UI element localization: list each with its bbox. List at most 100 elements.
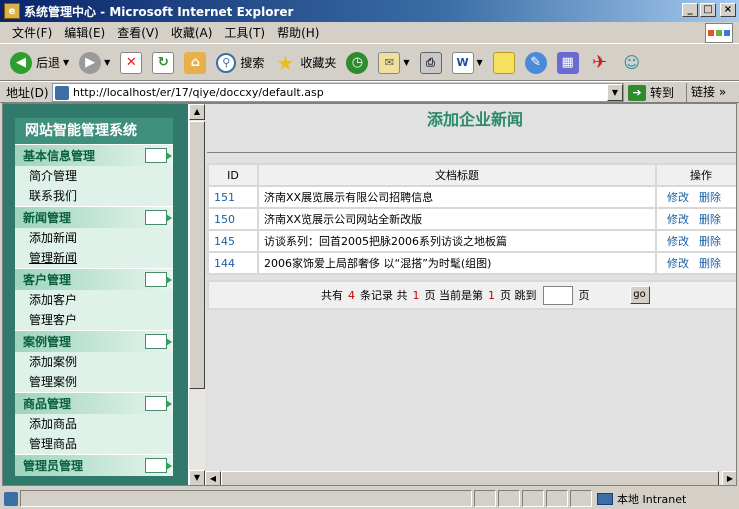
sidebar-item-add-case[interactable]: 添加案例 bbox=[15, 352, 173, 372]
note-icon bbox=[492, 51, 515, 74]
group-label: 客户管理 bbox=[23, 273, 72, 287]
delete-link[interactable]: 删除 bbox=[699, 191, 721, 204]
sidebar-item-manage-case[interactable]: 管理案例 bbox=[15, 372, 173, 392]
scroll-up-icon[interactable]: ▲ bbox=[189, 104, 205, 120]
star-icon: ★ bbox=[276, 50, 295, 75]
msn-button[interactable]: ☺ bbox=[617, 48, 647, 78]
forward-dropdown-icon[interactable]: ▼ bbox=[104, 58, 110, 67]
group-cases[interactable]: 案例管理 bbox=[15, 330, 173, 352]
left-scroll-thumb[interactable] bbox=[189, 121, 205, 389]
row-title: 济南XX展览展示有限公司招聘信息 bbox=[259, 187, 655, 207]
discuss-button[interactable] bbox=[489, 48, 519, 78]
history-button[interactable]: ◷ bbox=[342, 48, 372, 78]
group-expand-icon bbox=[145, 210, 172, 225]
pagination: 共有 4 条记录 共 1 页 当前是第 1 页 跳到 页 go bbox=[207, 280, 736, 310]
zone-label: 本地 Intranet bbox=[617, 492, 687, 506]
scroll-left-icon[interactable]: ◀ bbox=[205, 471, 221, 485]
back-dropdown-icon[interactable]: ▼ bbox=[63, 58, 69, 67]
row-title: 2006家饰爱上局部奢侈 以“混搭”为时髦(组图) bbox=[259, 253, 655, 273]
menu-bar: 文件(F) 编辑(E) 查看(V) 收藏(A) 工具(T) 帮助(H) bbox=[0, 22, 739, 44]
group-products[interactable]: 商品管理 bbox=[15, 392, 173, 414]
edit-link[interactable]: 修改 bbox=[667, 257, 689, 270]
row-ops: 修改 删除 bbox=[657, 187, 736, 207]
row-title: 访谈系列：回首2005把脉2006系列访谈之地板篇 bbox=[259, 231, 655, 251]
messenger-icon: ✎ bbox=[524, 51, 547, 74]
intranet-icon bbox=[597, 492, 613, 505]
go-button[interactable]: ➔ 转到 bbox=[628, 83, 674, 102]
group-news[interactable]: 新闻管理 bbox=[15, 206, 173, 228]
research-button[interactable]: ▦ bbox=[553, 48, 583, 78]
print-button[interactable]: ⎙ bbox=[416, 48, 446, 78]
edit-word-button[interactable]: W ▼ bbox=[448, 48, 487, 78]
delete-link[interactable]: 删除 bbox=[699, 235, 721, 248]
menu-favorites[interactable]: 收藏(A) bbox=[165, 24, 219, 42]
messenger-button[interactable]: ✎ bbox=[521, 48, 551, 78]
delete-link[interactable]: 删除 bbox=[699, 213, 721, 226]
links-button[interactable]: 链接 » bbox=[686, 83, 726, 102]
minimize-button[interactable]: _ bbox=[682, 3, 698, 17]
group-expand-icon bbox=[145, 334, 172, 349]
app-icon: e bbox=[4, 3, 20, 19]
row-id: 151 bbox=[209, 187, 257, 207]
edit-link[interactable]: 修改 bbox=[667, 213, 689, 226]
menu-edit[interactable]: 编辑(E) bbox=[58, 24, 111, 42]
menu-view[interactable]: 查看(V) bbox=[111, 24, 165, 42]
group-label: 基本信息管理 bbox=[23, 149, 96, 163]
home-button[interactable]: ⌂ bbox=[180, 48, 210, 78]
delete-link[interactable]: 删除 bbox=[699, 257, 721, 270]
search-button[interactable]: ⚲ 搜索 bbox=[212, 48, 268, 78]
edit-link[interactable]: 修改 bbox=[667, 191, 689, 204]
search-label: 搜索 bbox=[240, 56, 265, 70]
scroll-down-icon[interactable]: ▼ bbox=[189, 470, 205, 485]
table-row: 144 2006家饰爱上局部奢侈 以“混搭”为时髦(组图) 修改 删除 bbox=[209, 253, 736, 273]
group-basic-info[interactable]: 基本信息管理 bbox=[15, 144, 173, 166]
left-scrollbar[interactable]: ▲ ▼ bbox=[189, 104, 205, 485]
refresh-button[interactable]: ↻ bbox=[148, 48, 178, 78]
status-cell bbox=[570, 490, 592, 507]
sidebar-item-add-news[interactable]: 添加新闻 bbox=[15, 228, 173, 248]
menu-file[interactable]: 文件(F) bbox=[6, 24, 58, 42]
scroll-right-icon[interactable]: ▶ bbox=[722, 471, 736, 485]
edit-dropdown-icon[interactable]: ▼ bbox=[477, 58, 483, 67]
forward-arrow-icon: ▶ bbox=[79, 51, 102, 74]
mail-dropdown-icon[interactable]: ▼ bbox=[403, 58, 409, 67]
window-controls: _ □ × bbox=[682, 3, 736, 17]
mail-button[interactable]: ✉ ▼ bbox=[374, 48, 413, 78]
favorites-label: 收藏夹 bbox=[300, 56, 337, 70]
forward-button[interactable]: ▶ ▼ bbox=[75, 48, 114, 78]
sidebar-item-add-customer[interactable]: 添加客户 bbox=[15, 290, 173, 310]
print-icon: ⎙ bbox=[419, 51, 442, 74]
sidebar-item-add-product[interactable]: 添加商品 bbox=[15, 414, 173, 434]
address-url[interactable]: http://localhost/er/17/qiye/doccxy/defau… bbox=[73, 86, 324, 99]
table-row: 145 访谈系列：回首2005把脉2006系列访谈之地板篇 修改 删除 bbox=[209, 231, 736, 251]
sidebar-item-contact[interactable]: 联系我们 bbox=[15, 186, 173, 206]
maximize-button[interactable]: □ bbox=[700, 3, 716, 17]
back-button[interactable]: ◀ 后退 ▼ bbox=[6, 48, 73, 78]
menu-tools[interactable]: 工具(T) bbox=[218, 24, 271, 42]
page-jump-input[interactable] bbox=[542, 285, 573, 305]
group-customers[interactable]: 客户管理 bbox=[15, 268, 173, 290]
horizontal-scrollbar[interactable]: ◀ ▶ bbox=[205, 471, 736, 485]
address-input[interactable]: http://localhost/er/17/qiye/doccxy/defau… bbox=[52, 83, 624, 102]
row-id: 150 bbox=[209, 209, 257, 229]
stop-button[interactable]: ✕ bbox=[116, 48, 146, 78]
sidebar-item-intro[interactable]: 简介管理 bbox=[15, 166, 173, 186]
group-admins[interactable]: 管理员管理 bbox=[15, 454, 173, 476]
status-cell bbox=[498, 490, 520, 507]
menu-help[interactable]: 帮助(H) bbox=[271, 24, 325, 42]
address-dropdown-icon[interactable]: ▼ bbox=[607, 84, 623, 101]
sidebar-item-manage-product[interactable]: 管理商品 bbox=[15, 434, 173, 454]
horizontal-scroll-thumb[interactable] bbox=[221, 471, 719, 485]
group-label: 案例管理 bbox=[23, 335, 72, 349]
stop-icon: ✕ bbox=[120, 51, 143, 74]
close-button[interactable]: × bbox=[720, 3, 736, 17]
go-page-button[interactable]: go bbox=[629, 286, 650, 304]
favorites-button[interactable]: ★ 收藏夹 bbox=[270, 48, 340, 78]
pager-text: 页 当前是第 bbox=[424, 289, 484, 302]
group-expand-icon bbox=[145, 458, 172, 473]
window-title: 系统管理中心 - Microsoft Internet Explorer bbox=[24, 4, 294, 19]
flashget-button[interactable]: ✈ bbox=[585, 48, 615, 78]
sidebar-item-manage-customer[interactable]: 管理客户 bbox=[15, 310, 173, 330]
sidebar-item-manage-news[interactable]: 管理新闻 bbox=[15, 248, 173, 268]
edit-link[interactable]: 修改 bbox=[667, 235, 689, 248]
